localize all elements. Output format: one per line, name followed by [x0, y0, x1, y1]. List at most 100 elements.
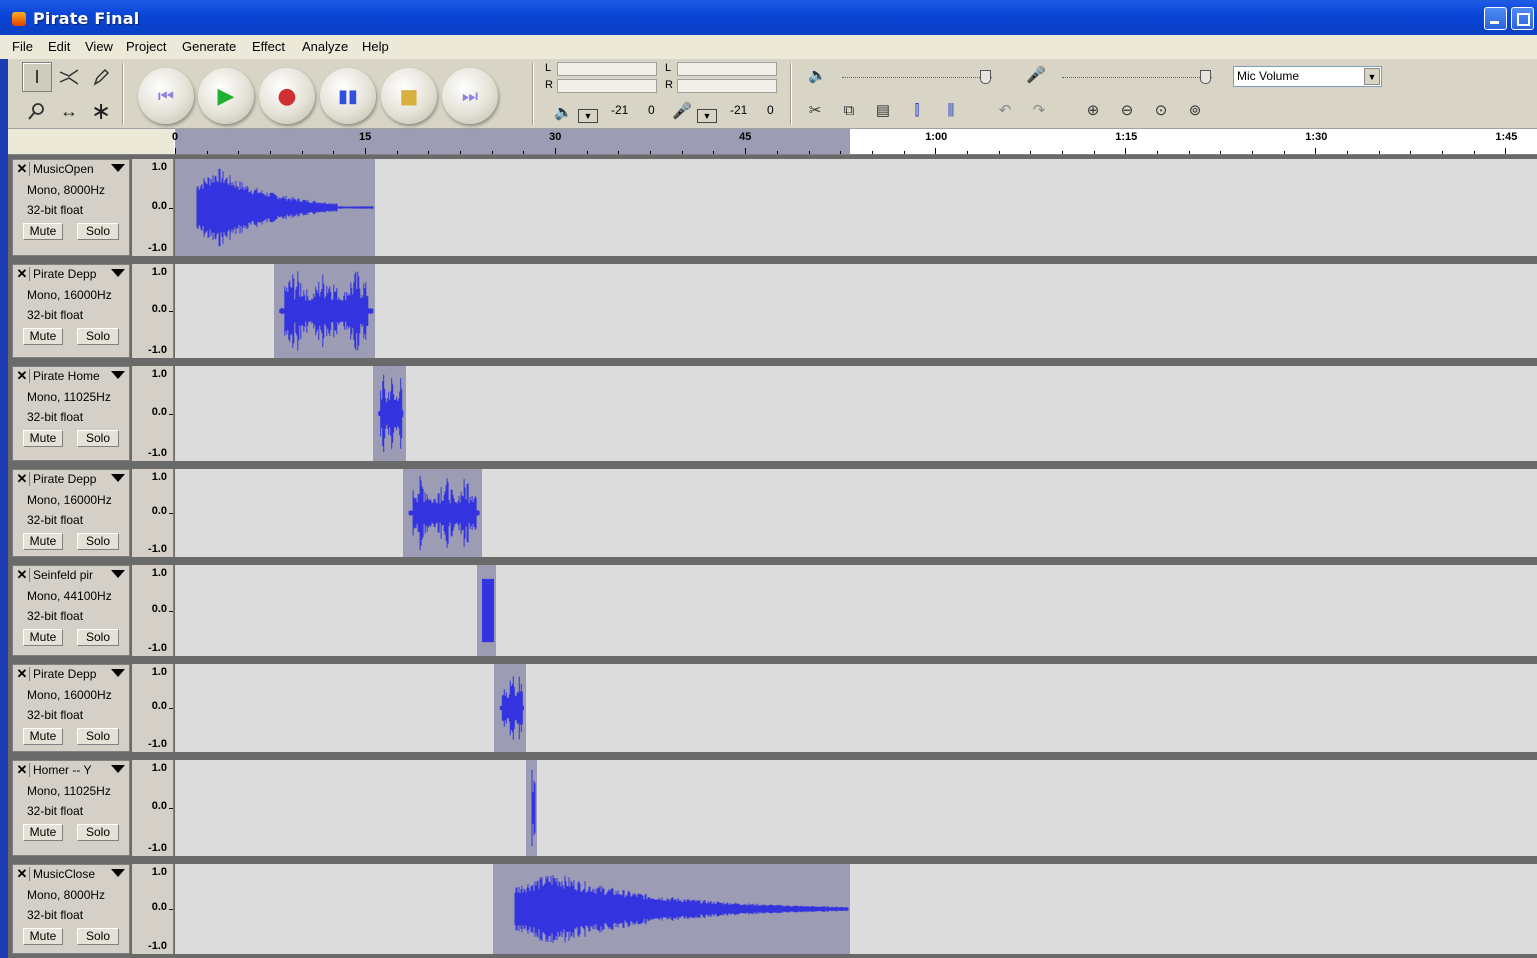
zoom-out-button[interactable]: ⊖ — [1113, 96, 1141, 124]
waveform — [408, 475, 480, 551]
play-button[interactable]: ▶ — [198, 68, 254, 124]
track-menu-icon[interactable] — [111, 570, 125, 578]
close-icon[interactable]: ✕ — [15, 667, 30, 681]
close-icon[interactable]: ✕ — [15, 472, 30, 486]
close-icon[interactable]: ✕ — [15, 568, 30, 582]
waveform-area[interactable] — [175, 469, 1537, 557]
track-control-panel[interactable]: ✕ Pirate Home Mono, 11025Hz 32-bit float… — [12, 366, 130, 461]
stop-button[interactable]: ■ — [381, 68, 437, 124]
menu-view[interactable]: View — [85, 39, 113, 54]
mute-button[interactable]: Mute — [23, 328, 63, 345]
track-control-panel[interactable]: ✕ MusicClose Mono, 8000Hz 32-bit float M… — [12, 864, 130, 954]
waveform-area[interactable] — [175, 864, 1537, 954]
mute-button[interactable]: Mute — [23, 223, 63, 240]
solo-button[interactable]: Solo — [77, 824, 119, 841]
minimize-button[interactable] — [1484, 7, 1507, 30]
track-menu-icon[interactable] — [111, 869, 125, 877]
track-name[interactable]: Pirate Depp — [33, 667, 96, 681]
skip-to-start-button[interactable]: ⏮ — [138, 68, 194, 124]
track-menu-icon[interactable] — [111, 765, 125, 773]
zoom-tool-button[interactable] — [22, 96, 52, 126]
track-menu-icon[interactable] — [111, 164, 125, 172]
skip-to-end-button[interactable]: ⏭ — [442, 68, 498, 124]
solo-button[interactable]: Solo — [77, 533, 119, 550]
solo-button[interactable]: Solo — [77, 928, 119, 945]
selection-tool-button[interactable]: I — [22, 62, 52, 92]
mute-button[interactable]: Mute — [23, 728, 63, 745]
solo-button[interactable]: Solo — [77, 728, 119, 745]
track-name[interactable]: Pirate Depp — [33, 472, 96, 486]
redo-button[interactable]: ↷ — [1025, 96, 1053, 124]
fit-selection-button[interactable]: ⊙ — [1147, 96, 1175, 124]
zoom-in-button[interactable]: ⊕ — [1079, 96, 1107, 124]
menu-generate[interactable]: Generate — [182, 39, 236, 54]
waveform-area[interactable] — [175, 664, 1537, 752]
track-control-panel[interactable]: ✕ MusicOpen Mono, 8000Hz 32-bit float Mu… — [12, 159, 130, 256]
pause-button[interactable]: ▮▮ — [320, 68, 376, 124]
solo-button[interactable]: Solo — [77, 223, 119, 240]
track-control-panel[interactable]: ✕ Pirate Depp Mono, 16000Hz 32-bit float… — [12, 264, 130, 358]
close-icon[interactable]: ✕ — [15, 267, 30, 281]
mute-button[interactable]: Mute — [23, 824, 63, 841]
track-name[interactable]: MusicClose — [33, 867, 95, 881]
track-control-panel[interactable]: ✕ Pirate Depp Mono, 16000Hz 32-bit float… — [12, 469, 130, 557]
menu-help[interactable]: Help — [362, 39, 389, 54]
vruler-tick — [169, 207, 173, 209]
mute-button[interactable]: Mute — [23, 629, 63, 646]
track-name[interactable]: Pirate Home — [33, 369, 100, 383]
mute-button[interactable]: Mute — [23, 430, 63, 447]
trim-button[interactable]: ⫿ — [903, 96, 931, 124]
input-meter-menu-button[interactable]: ▼ — [697, 109, 717, 123]
menu-analyze[interactable]: Analyze — [302, 39, 348, 54]
track-name[interactable]: Pirate Depp — [33, 267, 96, 281]
vruler-tick — [169, 513, 173, 514]
track-name[interactable]: MusicOpen — [33, 162, 94, 176]
output-meter-menu-button[interactable]: ▼ — [578, 109, 598, 123]
paste-button[interactable]: ▤ — [869, 96, 897, 124]
input-volume-slider[interactable] — [1199, 70, 1211, 84]
mute-button[interactable]: Mute — [23, 533, 63, 550]
close-icon[interactable]: ✕ — [15, 162, 30, 176]
track-menu-icon[interactable] — [111, 371, 125, 379]
track-menu-icon[interactable] — [111, 474, 125, 482]
ruler-tick-label: 1:00 — [925, 131, 948, 143]
waveform-area[interactable] — [175, 159, 1537, 256]
record-button[interactable]: ● — [259, 68, 315, 124]
restore-button[interactable] — [1511, 7, 1534, 30]
timeline-ruler[interactable]: 0 15 30 45 1:00 1:15 1:30 1:45 — [8, 129, 1537, 155]
menu-project[interactable]: Project — [126, 39, 166, 54]
menu-effect[interactable]: Effect — [252, 39, 285, 54]
draw-tool-button[interactable] — [86, 62, 116, 92]
output-volume-slider[interactable] — [979, 70, 991, 84]
undo-button[interactable]: ↶ — [991, 96, 1019, 124]
track-name[interactable]: Homer -- Y — [33, 763, 91, 777]
mute-button[interactable]: Mute — [23, 928, 63, 945]
menu-file[interactable]: File — [12, 39, 33, 54]
multi-tool-button[interactable]: ∗ — [86, 96, 116, 126]
close-icon[interactable]: ✕ — [15, 763, 30, 777]
track-control-panel[interactable]: ✕ Homer -- Y Mono, 11025Hz 32-bit float … — [12, 760, 130, 856]
fit-project-icon: ⊚ — [1188, 102, 1202, 119]
waveform-area[interactable] — [175, 264, 1537, 358]
copy-button[interactable]: ⧉ — [835, 96, 863, 124]
input-source-select[interactable]: Mic Volume ▼ — [1233, 66, 1382, 87]
envelope-tool-button[interactable] — [54, 62, 84, 92]
track-control-panel[interactable]: ✕ Pirate Depp Mono, 16000Hz 32-bit float… — [12, 664, 130, 752]
fit-project-button[interactable]: ⊚ — [1181, 96, 1209, 124]
track-name[interactable]: Seinfeld pir — [33, 568, 93, 582]
waveform-area[interactable] — [175, 565, 1537, 656]
close-icon[interactable]: ✕ — [15, 867, 30, 881]
timeshift-tool-button[interactable]: ↔ — [54, 96, 84, 126]
solo-button[interactable]: Solo — [77, 629, 119, 646]
cut-button[interactable]: ✂ — [801, 96, 829, 124]
waveform-area[interactable] — [175, 760, 1537, 856]
track-control-panel[interactable]: ✕ Seinfeld pir Mono, 44100Hz 32-bit floa… — [12, 565, 130, 656]
waveform-area[interactable] — [175, 366, 1537, 461]
track-menu-icon[interactable] — [111, 669, 125, 677]
close-icon[interactable]: ✕ — [15, 369, 30, 383]
silence-button[interactable]: ⫼ — [937, 96, 965, 124]
menu-edit[interactable]: Edit — [48, 39, 70, 54]
solo-button[interactable]: Solo — [77, 328, 119, 345]
solo-button[interactable]: Solo — [77, 430, 119, 447]
track-menu-icon[interactable] — [111, 269, 125, 277]
